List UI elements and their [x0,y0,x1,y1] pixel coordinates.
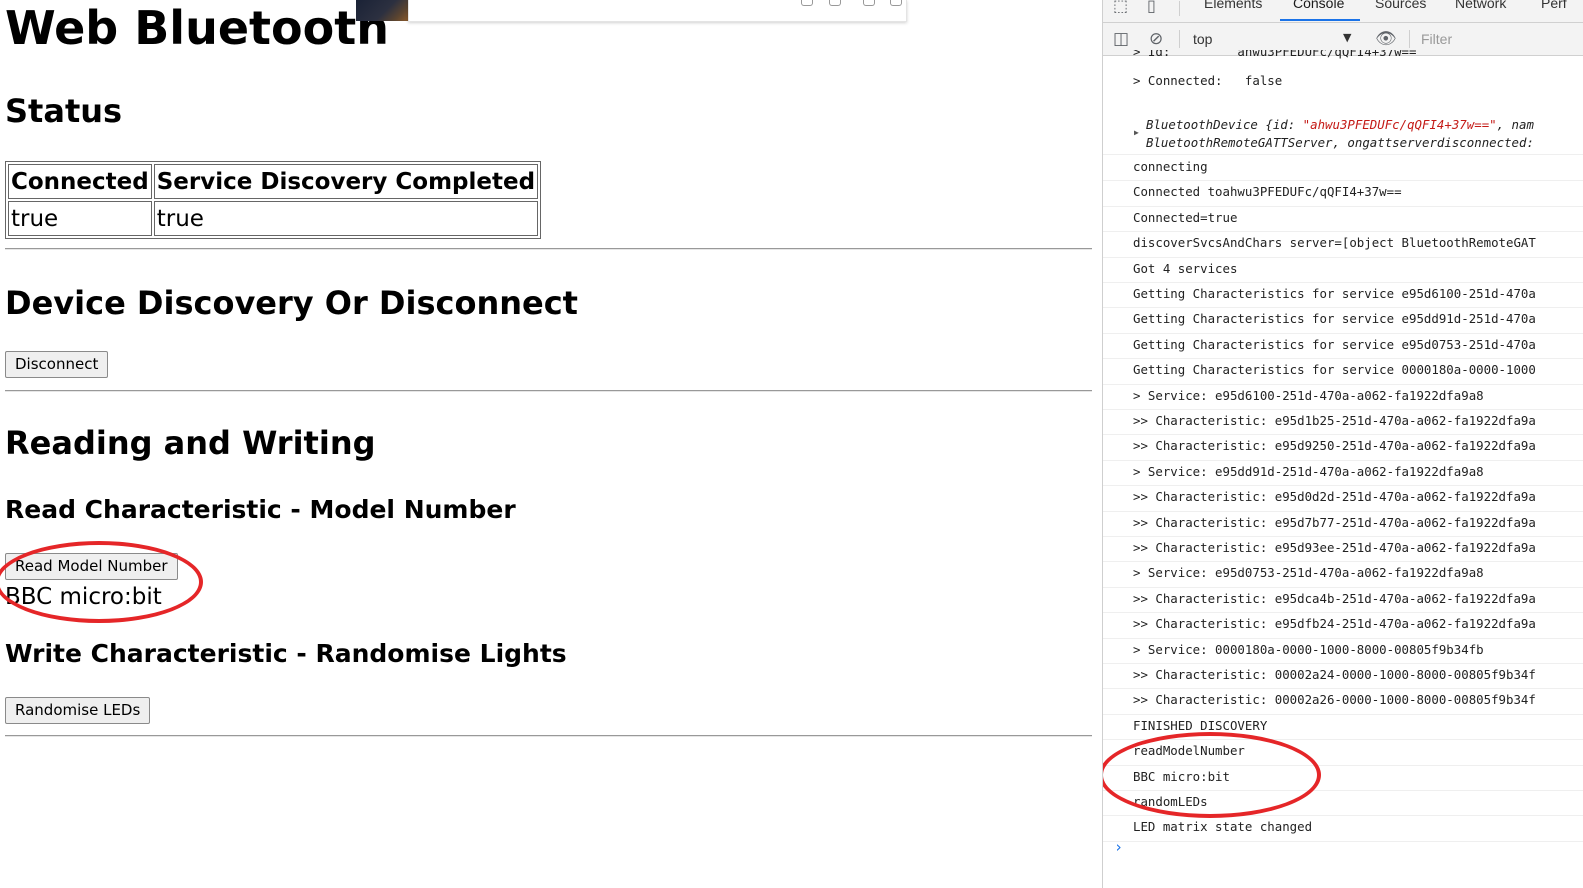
device-toggle-icon[interactable]: ▯ [1147,0,1156,15]
console-log-line: Getting Characteristics for service e95d… [1103,307,1583,334]
console-log-line: >> Characteristic: e95d9250-251d-470a-a0… [1103,434,1583,461]
tab-network[interactable]: Network [1455,0,1506,11]
console-log-line: > Service: e95d6100-251d-470a-a062-fa192… [1103,384,1583,410]
console-log-line: Getting Characteristics for service e95d… [1103,333,1583,360]
tab-sources[interactable]: Sources [1375,0,1426,11]
context-selector[interactable]: top [1193,31,1212,47]
value-connected: true [8,201,152,236]
console-log-line: connecting [1103,155,1583,182]
value-service-discovery: true [153,201,539,236]
page-title: Web Bluetooth [5,1,389,55]
header-service-discovery: Service Discovery Completed [153,164,539,199]
active-tab-indicator [1280,19,1360,21]
header-connected: Connected [8,164,152,199]
console-log-line: Connected toahwu3PFEDUFc/qQFI4+37w== [1103,180,1583,207]
popup-icon [829,0,841,6]
read-model-number-button[interactable]: Read Model Number [5,553,178,580]
console-log-line: Getting Characteristics for service e95d… [1103,282,1583,309]
popup-icon [863,0,875,6]
sidebar-toggle-icon[interactable]: ◫ [1113,30,1129,48]
console-log-line: readModelNumber [1103,739,1583,766]
divider [1179,1,1180,16]
read-heading: Read Characteristic - Model Number [5,495,516,524]
console-log-line: Getting Characteristics for service 0000… [1103,358,1583,385]
console-log-line: >> Characteristic: e95d7b77-251d-470a-a0… [1103,511,1583,537]
popup-icon [801,0,813,6]
divider [1409,30,1410,48]
divider [1179,30,1180,48]
console-log-line: >> Characteristic: e95d93ee-251d-470a-a0… [1103,536,1583,563]
console-line: > Id: ahwu3PFEDUFc/qQFI4+37w== [1133,50,1417,59]
table-row: true true [8,201,539,236]
disconnect-button[interactable]: Disconnect [5,351,109,378]
console-log-line: >> Characteristic: e95d1b25-251d-470a-a0… [1103,409,1583,436]
console-log-line: > Service: e95d0753-251d-470a-a062-fa192… [1103,561,1583,588]
console-line: > Connected: false [1133,73,1283,88]
write-heading: Write Characteristic - Randomise Lights [5,639,567,668]
filter-input[interactable]: Filter [1421,31,1452,47]
console-log-line: Got 4 services [1103,257,1583,283]
divider [5,390,1092,392]
reading-writing-heading: Reading and Writing [5,424,376,462]
discovery-heading: Device Discovery Or Disconnect [5,284,578,322]
divider [5,735,1092,737]
overlay-popup [408,0,907,22]
console-log-line: >> Characteristic: 00002a24-0000-1000-80… [1103,663,1583,690]
console-log-line: >> Characteristic: 00002a26-0000-1000-80… [1103,688,1583,715]
tab-console[interactable]: Console [1293,0,1344,11]
devtools-panel: ⬚ ▯ Elements Console Sources Network Per… [1102,0,1583,888]
console-log-line: > Service: 0000180a-0000-1000-8000-00805… [1103,638,1583,664]
dropdown-arrow-icon[interactable]: ▼ [1343,31,1351,44]
eye-icon[interactable]: 👁 [1375,30,1397,48]
console-prompt[interactable]: › [1114,838,1123,856]
status-heading: Status [5,92,123,130]
tab-elements[interactable]: Elements [1204,0,1262,11]
console-log-line: LED matrix state changed [1103,815,1583,842]
thumbnail-image [356,0,408,21]
console-log-line: randomLEDs [1103,790,1583,817]
randomise-leds-button[interactable]: Randomise LEDs [5,697,151,724]
popup-icon [890,0,902,6]
console-log-line: >> Characteristic: e95dca4b-251d-470a-a0… [1103,587,1583,614]
console-log-line: >> Characteristic: e95d0d2d-251d-470a-a0… [1103,485,1583,512]
console-log-line: >> Characteristic: e95dfb24-251d-470a-a0… [1103,612,1583,639]
console-log-line: Connected=true [1103,206,1583,233]
inspect-icon[interactable]: ⬚ [1113,0,1128,15]
model-number-output: BBC micro:bit [5,584,162,610]
web-page: Web Bluetooth Status Connected Service D… [0,0,1100,888]
clear-console-icon[interactable]: ⊘ [1149,30,1163,48]
console-log-line: discoverSvcsAndChars server=[object Blue… [1103,231,1583,258]
devtools-tabbar: ⬚ ▯ Elements Console Sources Network Per… [1103,0,1583,23]
expand-arrow-icon[interactable]: ▶ [1134,128,1139,137]
tab-performance[interactable]: Perf [1541,0,1567,11]
console-log-line: FINISHED DISCOVERY [1103,714,1583,741]
console-log-line: BBC micro:bit [1103,765,1583,791]
console-log-line: > Service: e95dd91d-251d-470a-a062-fa192… [1103,460,1583,487]
status-table: Connected Service Discovery Completed tr… [5,161,542,239]
console-object-entry[interactable]: ▶ BluetoothDevice {id: "ahwu3PFEDUFc/qQF… [1103,102,1583,155]
table-header-row: Connected Service Discovery Completed [8,164,539,199]
divider [5,248,1092,250]
